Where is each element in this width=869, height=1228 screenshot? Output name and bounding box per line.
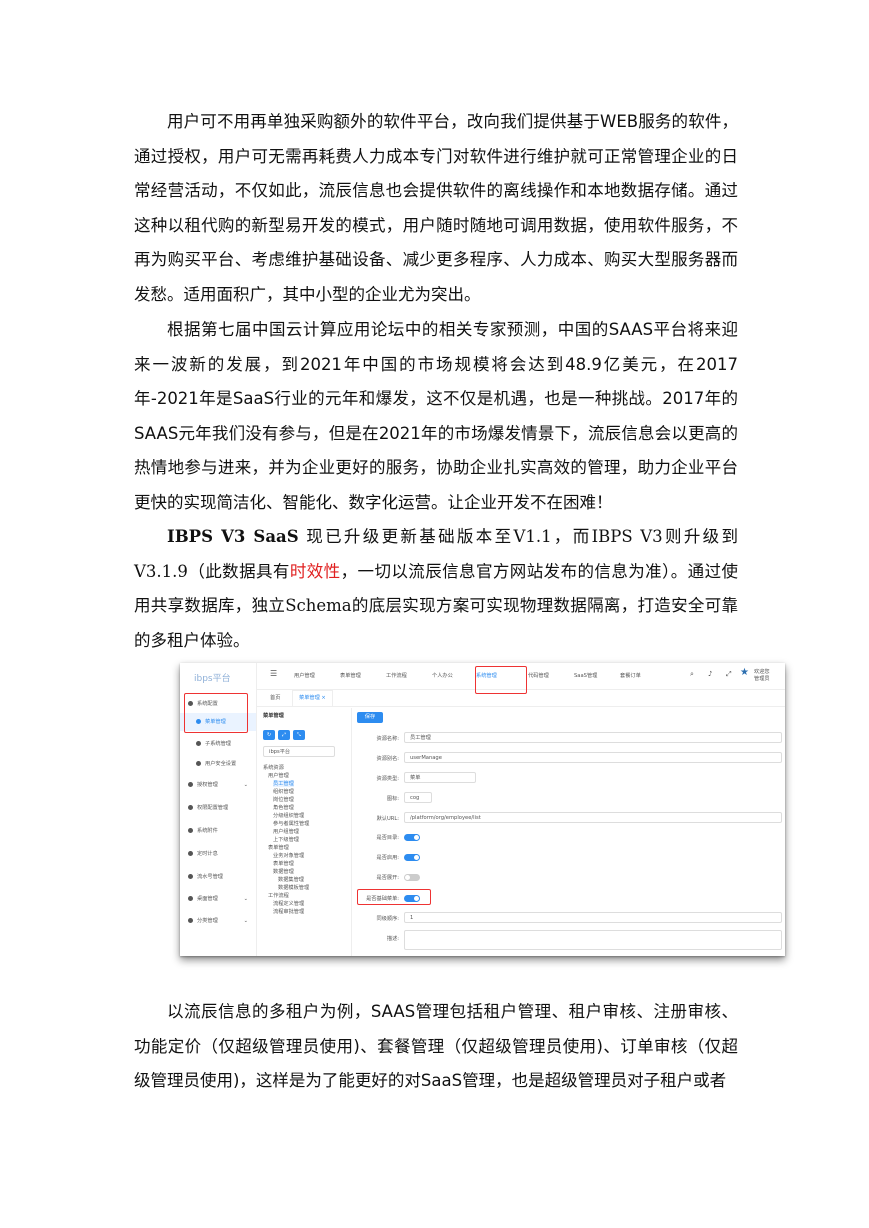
highlight-box (357, 889, 431, 905)
fig-menu-label: 权限配置管理 (197, 805, 229, 811)
paragraph-3: IBPS V3 SaaS 现已升级更新基础版本至V1.1，而IBPS V3则升级… (134, 520, 738, 658)
chevron-down-icon: ⌄ (243, 918, 248, 924)
fig-menu-label: 系统附件 (197, 828, 218, 834)
fig-tree-select[interactable]: ibps平台 (263, 746, 335, 757)
fig-form: 保存 资源名称: 员工管理 资源别名: userManage 资源类型: 菜单 … (355, 708, 785, 956)
fig-menu-item[interactable]: 用户安全设置 (180, 755, 256, 773)
fig-tree-panel: 菜单管理 ↻ ⤢ ⤡ ibps平台 系统资源 用户管理 员工管理 组织管理 岗位… (259, 708, 352, 956)
fig-nav-item[interactable]: 工作流程 (386, 672, 407, 679)
fig-menu-label: 用户安全设置 (205, 761, 237, 767)
fig-tree-node[interactable]: 流程审批管理 (273, 908, 304, 915)
fig-form-label: 是否目录: (376, 835, 400, 841)
fig-menu-item[interactable]: 权限配置管理 (180, 799, 256, 817)
fig-form-label: 资源名称: (376, 736, 400, 742)
search-icon[interactable]: ⌕ (690, 670, 694, 679)
fig-textarea-desc[interactable] (404, 930, 782, 950)
fig-form-label: 是否展开: (376, 875, 400, 881)
fig-nav-item[interactable]: 套餐订单 (620, 672, 641, 679)
fig-form-label: 同级顺序: (376, 916, 400, 922)
fig-menu-item[interactable]: 桌面管理 ⌄ (180, 890, 256, 908)
fig-tree-node[interactable]: 分级组织管理 (273, 812, 304, 819)
fig-tree-node[interactable]: 用户组管理 (273, 828, 299, 835)
fig-menu-item[interactable]: 授权管理 ⌄ (180, 776, 256, 794)
paragraph-1: 用户可不用再单独采购额外的软件平台，改向我们提供基于WEB服务的软件，通过授权，… (134, 112, 738, 304)
fig-form-label: 是否启用: (376, 855, 400, 861)
chevron-down-icon: ⌄ (243, 782, 248, 788)
fig-menu-label: 子系统管理 (205, 741, 231, 747)
fig-tree-node[interactable]: 系统资源 (263, 764, 284, 771)
fig-nav-item[interactable]: 代码管理 (528, 672, 549, 679)
fig-tree-node[interactable]: 表单管理 (273, 860, 294, 867)
fig-toggle[interactable] (404, 854, 420, 861)
fig-form-label: 资源别名: (376, 756, 400, 762)
fig-tree-node[interactable]: 岗位管理 (273, 796, 294, 803)
fig-input-order[interactable]: 1 (404, 912, 782, 923)
refresh-icon[interactable]: ↻ (263, 730, 275, 740)
fig-tree-node-selected[interactable]: 员工管理 (273, 780, 294, 787)
fig-tab[interactable]: 首页 (270, 694, 280, 701)
highlight-box (184, 693, 248, 733)
fig-toggle[interactable] (404, 834, 420, 841)
screenshot-figure: ibps平台 系统配置 菜单管理 子系统管理 用户安全设置 授权管理 ⌄ 权限配置… (180, 663, 785, 956)
fig-tree-node[interactable]: 上下级管理 (273, 836, 299, 843)
paragraph-2: 根据第七届中国云计算应用论坛中的相关专家预测，中国的SAAS平台将来迎来一波新的… (134, 320, 738, 512)
fig-tree-node[interactable]: 数据管理 (273, 868, 294, 875)
fig-form-label: 描述: (386, 936, 399, 942)
fig-tree-node[interactable]: 组织管理 (273, 788, 294, 795)
fig-tree-node[interactable]: 角色管理 (273, 804, 294, 811)
fig-tabs: 首页 菜单管理 × (256, 690, 785, 707)
fig-tree-node[interactable]: 业务对象管理 (273, 852, 304, 859)
fig-nav-item[interactable]: SaaS管理 (574, 672, 597, 679)
fig-nav-item[interactable]: 表单管理 (340, 672, 361, 679)
fig-user-name[interactable]: 欢迎您 管理员 (754, 668, 776, 682)
fig-menu-label: 流水号管理 (197, 874, 223, 880)
fig-tree-node[interactable]: 工作流程 (268, 892, 289, 899)
fig-tree-node[interactable]: 参与者属性管理 (273, 820, 309, 827)
menu-icon[interactable]: ☰ (270, 669, 277, 678)
fig-tree-node[interactable]: 流程定义管理 (273, 900, 304, 907)
fig-menu-label: 分类管理 (197, 918, 218, 924)
fig-menu-item[interactable]: 定时计息 (180, 845, 256, 863)
product-name: IBPS V3 SaaS (167, 527, 299, 546)
fig-input-url[interactable]: /platform/org/employee/list (404, 812, 782, 823)
fig-form-label: 资源类型: (376, 776, 400, 782)
fig-logo: ibps平台 (194, 674, 231, 684)
fig-menu-label: 桌面管理 (197, 896, 218, 902)
fig-menu-item[interactable]: 流水号管理 (180, 868, 256, 886)
fig-nav-item[interactable]: 个人办公 (432, 672, 453, 679)
fig-input-icon[interactable]: cog (404, 792, 432, 803)
fig-form-label: 默认URL: (376, 816, 399, 822)
fullscreen-icon[interactable]: ⤢ (726, 670, 732, 679)
fig-tree-node[interactable]: 表单管理 (268, 844, 289, 851)
fig-menu-item[interactable]: 系统附件 (180, 822, 256, 840)
chevron-down-icon: ⌄ (243, 896, 248, 902)
fig-tree-node[interactable]: 数据模板管理 (278, 884, 309, 891)
fig-form-label: 图标: (386, 796, 399, 802)
fig-nav-item[interactable]: 用户管理 (294, 672, 315, 679)
fig-menu-label: 定时计息 (197, 851, 218, 857)
paragraph-4: 以流辰信息的多租户为例，SAAS管理包括租户管理、租户审核、注册审核、功能定价（… (134, 1002, 738, 1090)
bell-icon[interactable]: ♪ (708, 670, 712, 678)
fig-input-alias[interactable]: userManage (404, 752, 782, 763)
collapse-icon[interactable]: ⤡ (293, 730, 305, 740)
expand-icon[interactable]: ⤢ (278, 730, 290, 740)
fig-tree-node[interactable]: 数据集管理 (278, 876, 304, 883)
avatar[interactable]: ★ (740, 667, 749, 678)
fig-menu-label: 授权管理 (197, 782, 218, 788)
fig-toggle[interactable] (404, 874, 420, 881)
fig-panel-title: 菜单管理 (263, 713, 284, 719)
fig-tab-active[interactable]: 菜单管理 × (292, 690, 333, 706)
fig-menu-item[interactable]: 分类管理 ⌄ (180, 912, 256, 930)
highlight-timeliness: 时效性 (289, 561, 341, 581)
fig-input-name[interactable]: 员工管理 (404, 732, 782, 743)
fig-tree-node[interactable]: 用户管理 (268, 772, 289, 779)
fig-select-type[interactable]: 菜单 (404, 772, 476, 783)
fig-menu-item[interactable]: 子系统管理 (180, 735, 256, 753)
save-button[interactable]: 保存 (357, 712, 383, 723)
